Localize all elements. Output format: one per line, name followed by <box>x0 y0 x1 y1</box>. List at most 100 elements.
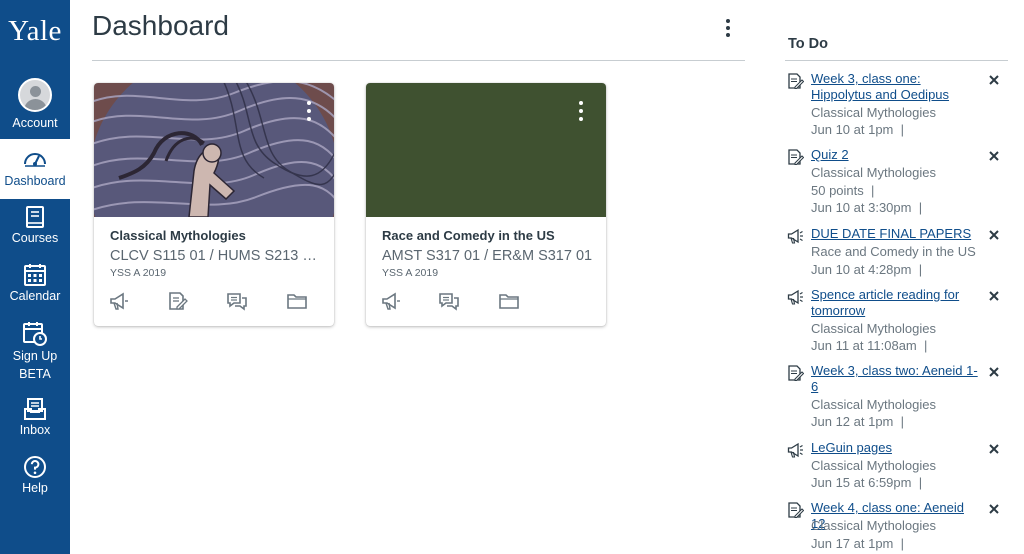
todo-item-link[interactable]: Quiz 2 <box>811 147 979 163</box>
todo-item-due: Jun 12 at 1pm | <box>811 414 904 430</box>
todo-item-separator: | <box>871 183 875 198</box>
announcements-icon[interactable] <box>380 290 402 312</box>
nav-calendar-label: Calendar <box>9 289 61 303</box>
todo-divider <box>785 60 1008 61</box>
assignment-icon <box>788 502 804 518</box>
files-icon[interactable] <box>498 290 520 312</box>
assignments-icon[interactable] <box>166 290 188 312</box>
user-avatar-icon <box>18 78 52 112</box>
announcement-megaphone-icon <box>787 442 803 458</box>
yale-logo[interactable]: Yale <box>0 0 70 70</box>
files-icon[interactable] <box>286 290 308 312</box>
signup-calendar-clock-icon <box>23 322 47 346</box>
course-card-kebab-icon[interactable] <box>300 99 318 123</box>
help-question-icon <box>24 456 46 478</box>
dashboard-gauge-icon <box>24 153 46 167</box>
dashboard-options-kebab-icon[interactable] <box>716 16 740 40</box>
course-card-links <box>380 290 600 312</box>
course-card-code: CLCV S115 01 / HUMS S213 01 / ... <box>110 248 324 264</box>
course-card-title[interactable]: Race and Comedy in the US <box>382 228 555 243</box>
nav-inbox-label: Inbox <box>19 423 51 437</box>
courses-book-icon <box>26 206 44 228</box>
dismiss-close-icon[interactable] <box>987 149 1001 163</box>
todo-item-course: Classical Mythologies <box>811 518 936 533</box>
nav-account-label: Account <box>12 116 58 130</box>
todo-item-link[interactable]: Week 3, class one: Hippolytus and Oedipu… <box>811 71 979 103</box>
nav-dashboard-label: Dashboard <box>4 174 66 188</box>
dismiss-close-icon[interactable] <box>987 73 1001 87</box>
page-title: Dashboard <box>92 10 229 41</box>
todo-item-due: Jun 17 at 1pm | <box>811 536 904 552</box>
assignment-icon <box>788 73 804 89</box>
course-card-race-and-comedy[interactable]: Race and Comedy in the US AMST S317 01 /… <box>366 83 606 326</box>
dismiss-close-icon[interactable] <box>987 289 1001 303</box>
course-card-links <box>108 290 328 312</box>
course-card-hero-image[interactable] <box>94 83 334 217</box>
course-card-term: YSS A 2019 <box>110 267 167 279</box>
announcement-megaphone-icon <box>787 228 803 244</box>
todo-item-due-date: Jun 15 at 6:59pm <box>811 475 912 490</box>
todo-item-link[interactable]: Spence article reading for tomorrow <box>811 287 979 319</box>
todo-sidebar: To Do Week 3, class one: Hippolytus and … <box>770 0 1024 554</box>
course-card-kebab-icon[interactable] <box>572 99 590 123</box>
global-nav: Yale Account Dashboard Courses Calendar … <box>0 0 70 554</box>
todo-item-due-date: Jun 11 at 11:08am <box>811 338 917 353</box>
nav-inbox[interactable]: Inbox <box>0 397 70 449</box>
nav-dashboard[interactable]: Dashboard <box>0 139 70 199</box>
todo-item-due-date: Jun 12 at 1pm <box>811 414 894 429</box>
assignment-icon <box>788 365 804 381</box>
todo-item-separator: | <box>918 262 923 277</box>
nav-signup-beta-label: BETA <box>19 367 51 381</box>
dismiss-close-icon[interactable] <box>987 228 1001 242</box>
todo-item-due-date: Jun 10 at 4:28pm <box>811 262 912 277</box>
todo-item-due: Jun 10 at 3:30pm | <box>811 200 922 216</box>
todo-item-separator: | <box>918 200 923 215</box>
todo-item-course: Classical Mythologies <box>811 458 936 473</box>
todo-item-course: Classical Mythologies <box>811 321 936 336</box>
dismiss-close-icon[interactable] <box>987 502 1001 516</box>
nav-account[interactable]: Account <box>0 78 70 136</box>
discussions-icon[interactable] <box>226 290 248 312</box>
todo-item-due: Jun 15 at 6:59pm | <box>811 475 922 491</box>
nav-help-label: Help <box>22 481 48 495</box>
canvas-app: Yale Account Dashboard Courses Calendar … <box>0 0 1024 554</box>
nav-signup-beta[interactable]: Sign Up BETA <box>0 321 70 385</box>
nav-courses[interactable]: Courses <box>0 205 70 257</box>
todo-item-separator: | <box>900 414 905 429</box>
todo-item-link[interactable]: Week 3, class two: Aeneid 1-6 <box>811 363 979 395</box>
todo-item-points-value: 50 points <box>811 183 864 198</box>
todo-item-link[interactable]: DUE DATE FINAL PAPERS <box>811 226 979 242</box>
todo-item-course: Race and Comedy in the US <box>811 244 976 259</box>
dashboard-main: Dashboard Classical Mythologies CLCV S11… <box>70 0 760 554</box>
course-card-classical-mythologies[interactable]: Classical Mythologies CLCV S115 01 / HUM… <box>94 83 334 326</box>
todo-item-due: Jun 10 at 4:28pm | <box>811 262 922 278</box>
todo-item-separator: | <box>900 536 905 551</box>
todo-item-due: Jun 10 at 1pm | <box>811 122 904 138</box>
todo-item-due: Jun 11 at 11:08am | <box>811 338 927 354</box>
todo-item-course: Classical Mythologies <box>811 165 936 180</box>
course-card-term: YSS A 2019 <box>382 267 439 279</box>
discussions-icon[interactable] <box>438 290 460 312</box>
todo-item-separator: | <box>900 122 905 137</box>
todo-item-due-date: Jun 17 at 1pm <box>811 536 894 551</box>
nav-signup-label: Sign Up <box>12 349 58 363</box>
course-card-hero-color[interactable] <box>366 83 606 217</box>
dismiss-close-icon[interactable] <box>987 442 1001 456</box>
nav-courses-label: Courses <box>11 231 59 245</box>
announcement-megaphone-icon <box>787 289 803 305</box>
announcements-icon[interactable] <box>108 290 130 312</box>
todo-item-course: Classical Mythologies <box>811 105 936 120</box>
course-card-code: AMST S317 01 / ER&M S317 01 <box>382 248 593 264</box>
nav-calendar[interactable]: Calendar <box>0 263 70 315</box>
calendar-icon <box>24 264 46 286</box>
todo-item-link[interactable]: LeGuin pages <box>811 440 979 456</box>
dismiss-close-icon[interactable] <box>987 365 1001 379</box>
todo-item-separator: | <box>918 475 923 490</box>
nav-help[interactable]: Help <box>0 455 70 507</box>
todo-item-points: 50 points | <box>811 183 874 199</box>
header-divider <box>92 60 745 61</box>
inbox-tray-icon <box>24 398 46 420</box>
course-card-title[interactable]: Classical Mythologies <box>110 228 246 243</box>
todo-heading: To Do <box>788 36 828 52</box>
assignment-icon <box>788 149 804 165</box>
